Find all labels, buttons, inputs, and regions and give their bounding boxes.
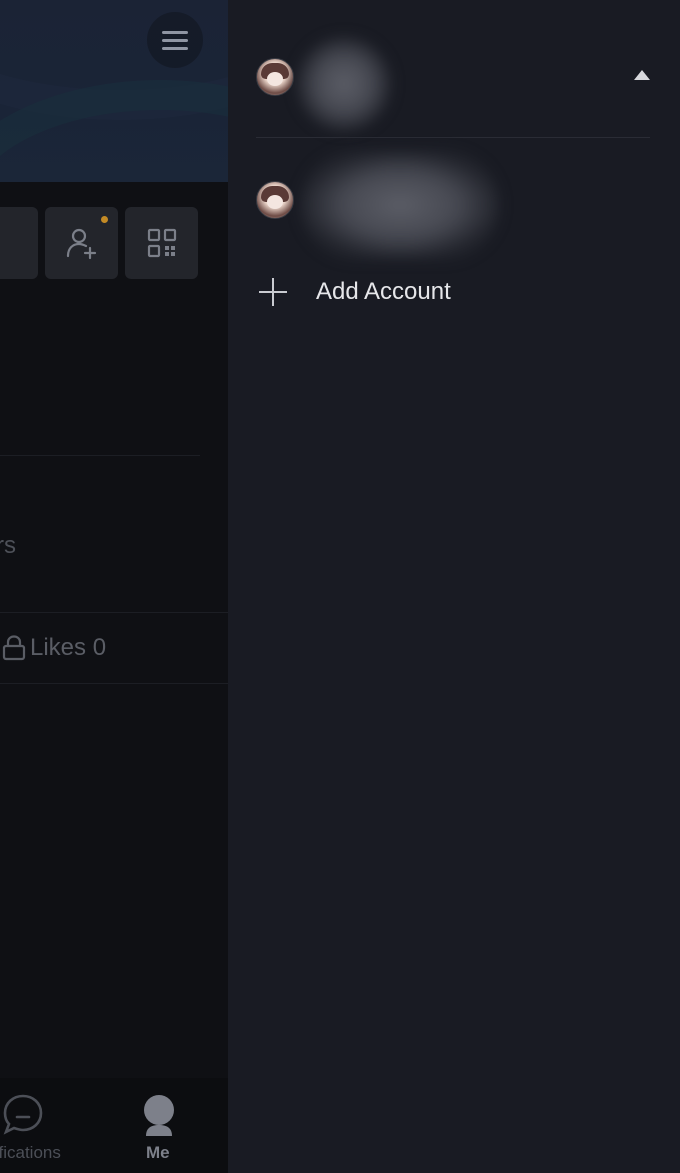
likes-label: Likes 0 (30, 634, 107, 661)
qr-code-button[interactable] (125, 207, 198, 279)
hamburger-icon (162, 30, 188, 34)
profile-screen: rs Likes 0 tifications Me (0, 0, 228, 1173)
edit-profile-button[interactable] (0, 207, 38, 279)
notification-dot (101, 216, 108, 223)
avatar[interactable] (256, 58, 294, 96)
nav-me-label[interactable]: Me (146, 1143, 170, 1163)
followers-label: rs (0, 532, 16, 559)
current-account-name-blurred (296, 36, 392, 132)
chat-bubble-icon[interactable] (2, 1093, 44, 1135)
other-account-name-blurred[interactable] (300, 150, 500, 260)
plus-icon (256, 275, 290, 309)
person-add-icon (66, 228, 96, 260)
qr-code-icon (147, 228, 176, 258)
divider (0, 612, 228, 613)
tab-likes[interactable]: Likes 0 (2, 634, 106, 662)
add-account-button[interactable]: Add Account (256, 275, 451, 309)
menu-button[interactable] (147, 12, 203, 68)
avatar[interactable] (256, 181, 294, 219)
add-account-label: Add Account (316, 278, 451, 305)
divider (0, 455, 200, 456)
add-friend-button[interactable] (45, 207, 118, 279)
caret-up-icon[interactable] (634, 70, 650, 80)
divider (256, 137, 650, 138)
nav-notifications-label[interactable]: tifications (0, 1143, 61, 1163)
lock-icon (2, 635, 26, 661)
divider (0, 683, 228, 684)
profile-icon[interactable] (142, 1094, 176, 1136)
